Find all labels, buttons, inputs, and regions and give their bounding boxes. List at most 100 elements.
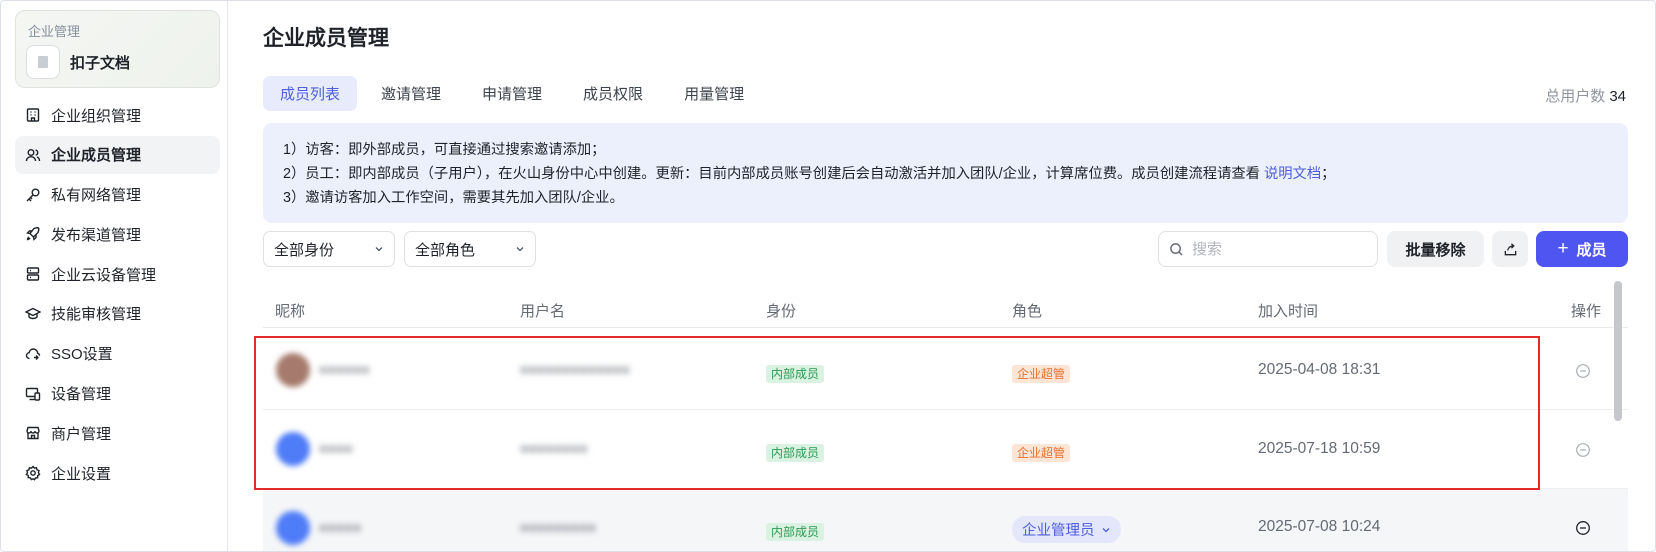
role-badge: 企业超管 — [1012, 365, 1071, 383]
identity-badge: 内部成员 — [766, 523, 825, 541]
chevron-down-icon — [516, 247, 524, 252]
table-scrollbar[interactable] — [1614, 279, 1622, 551]
tab-permissions[interactable]: 成员权限 — [566, 76, 660, 111]
enterprise-avatar-icon — [26, 45, 60, 79]
enterprise-label: 企业管理 — [28, 24, 81, 39]
enterprise-switcher[interactable]: 企业管理 扣子文档 — [15, 10, 220, 88]
search-input[interactable] — [1192, 240, 1362, 258]
search-box[interactable] — [1158, 231, 1378, 267]
identity-filter-select[interactable]: 全部身份 — [263, 231, 395, 267]
chevron-down-icon — [375, 247, 383, 252]
key-icon — [25, 187, 41, 203]
docs-link[interactable]: 说明文档 — [1264, 166, 1321, 182]
notice-line-2: 2）员工：即内部成员（子用户），在火山身份中心中创建。更新：目前内部成员账号创建… — [283, 162, 1608, 186]
store-icon — [25, 425, 41, 441]
sidebar-item-label: 商户管理 — [51, 425, 112, 443]
nickname-cell: ●●●●●● — [319, 361, 370, 377]
sidebar: 企业管理 扣子文档 企业组织管理 企业成员管理 私有网络管理 发布渠道管理 企业… — [1, 1, 228, 551]
identity-badge: 内部成员 — [766, 365, 825, 383]
gear-icon — [25, 465, 41, 481]
tab-member-list[interactable]: 成员列表 — [263, 76, 358, 111]
rocket-icon — [25, 226, 41, 242]
sidebar-item-members[interactable]: 企业成员管理 — [15, 135, 220, 174]
main-content: 企业成员管理 成员列表 邀请管理 申请管理 成员权限 用量管理 总用户数 34 1… — [263, 1, 1655, 551]
col-role: 角色 — [1012, 303, 1043, 320]
sidebar-item-merchants[interactable]: 商户管理 — [15, 414, 220, 452]
remove-member-icon[interactable] — [1575, 363, 1591, 379]
sidebar-item-skill-review[interactable]: 技能审核管理 — [15, 295, 220, 333]
col-nickname: 昵称 — [275, 303, 306, 320]
tab-applications[interactable]: 申请管理 — [465, 76, 559, 111]
table-row[interactable]: ●●●●● ●●●●●●●●● 内部成员 企业管理员 2025-07-08 10… — [263, 489, 1628, 551]
notice-line-2-text: 2）员工：即内部成员（子用户），在火山身份中心中创建。更新：目前内部成员账号创建… — [283, 166, 1264, 182]
sidebar-item-label: 企业设置 — [51, 465, 112, 483]
role-select-value: 企业管理员 — [1022, 523, 1095, 539]
sidebar-item-devices[interactable]: 设备管理 — [15, 375, 220, 413]
sidebar-item-label: 企业组织管理 — [51, 107, 142, 125]
username-cell: ●●●●●●●●● — [520, 519, 597, 535]
nickname-cell: ●●●●● — [319, 519, 362, 535]
total-users-count: 34 — [1609, 88, 1626, 105]
sidebar-item-label: SSO设置 — [51, 346, 113, 364]
server-icon — [25, 266, 41, 282]
building-icon — [25, 107, 41, 123]
remove-member-icon[interactable] — [1575, 442, 1591, 458]
graduation-cap-icon — [25, 306, 41, 322]
export-button[interactable] — [1492, 231, 1528, 267]
notice-line-1: 1）访客：即外部成员，可直接通过搜索邀请添加； — [283, 142, 606, 158]
avatar — [276, 511, 310, 545]
avatar — [276, 432, 310, 466]
joined-time: 2025-07-18 10:59 — [1258, 440, 1381, 457]
export-icon — [1504, 242, 1516, 255]
app-window: 企业管理 扣子文档 企业组织管理 企业成员管理 私有网络管理 发布渠道管理 企业… — [0, 0, 1656, 552]
tab-usage[interactable]: 用量管理 — [667, 76, 761, 111]
plus-icon: + — [1557, 238, 1569, 259]
filter-bar: 全部身份 全部角色 — [263, 231, 545, 267]
col-identity: 身份 — [766, 303, 797, 320]
nickname-cell: ●●●● — [319, 440, 353, 456]
sidebar-item-label: 设备管理 — [51, 386, 112, 404]
tab-bar: 成员列表 邀请管理 申请管理 成员权限 用量管理 — [263, 76, 768, 111]
role-filter-value: 全部角色 — [415, 241, 476, 259]
page-title: 企业成员管理 — [263, 27, 389, 50]
tab-invitations[interactable]: 邀请管理 — [364, 76, 458, 111]
add-member-button[interactable]: + 成员 — [1536, 231, 1628, 267]
cloud-link-icon — [25, 346, 41, 362]
role-badge: 企业超管 — [1012, 444, 1071, 462]
joined-time: 2025-04-08 18:31 — [1258, 361, 1381, 378]
sidebar-item-label: 企业云设备管理 — [51, 266, 157, 284]
username-cell: ●●●●●●●●●●●●● — [520, 361, 630, 377]
username-cell: ●●●●●●●● — [520, 440, 588, 456]
sidebar-item-cloud-devices[interactable]: 企业云设备管理 — [15, 255, 220, 293]
table-row[interactable]: ●●●● ●●●●●●●● 内部成员 企业超管 2025-07-18 10:59 — [263, 410, 1628, 489]
remove-member-icon[interactable] — [1575, 520, 1591, 536]
sidebar-item-label: 企业成员管理 — [51, 147, 142, 165]
sidebar-item-sso[interactable]: SSO设置 — [15, 335, 220, 373]
role-filter-select[interactable]: 全部角色 — [404, 231, 536, 267]
search-icon — [1170, 242, 1183, 256]
enterprise-name: 扣子文档 — [70, 55, 131, 72]
info-notice: 1）访客：即外部成员，可直接通过搜索邀请添加； 2）员工：即内部成员（子用户），… — [263, 123, 1628, 223]
sidebar-nav: 企业组织管理 企业成员管理 私有网络管理 发布渠道管理 企业云设备管理 技能审核… — [15, 96, 220, 494]
users-icon — [25, 147, 41, 163]
scrollbar-thumb[interactable] — [1614, 281, 1622, 421]
total-users-label: 总用户数 — [1545, 88, 1606, 105]
table-row[interactable]: ●●●●●● ●●●●●●●●●●●●● 内部成员 企业超管 2025-04-0… — [263, 331, 1628, 410]
sidebar-item-private-network[interactable]: 私有网络管理 — [15, 176, 220, 214]
joined-time: 2025-07-08 10:24 — [1258, 518, 1381, 535]
sidebar-item-settings[interactable]: 企业设置 — [15, 454, 220, 492]
role-select[interactable]: 企业管理员 — [1012, 516, 1121, 543]
col-username: 用户名 — [520, 303, 566, 320]
sidebar-item-org[interactable]: 企业组织管理 — [15, 96, 220, 134]
devices-icon — [25, 386, 41, 402]
sidebar-item-label: 私有网络管理 — [51, 187, 142, 205]
chevron-down-icon — [1102, 527, 1109, 532]
notice-line-3: 3）邀请访客加入工作空间，需要其先加入团队/企业。 — [283, 190, 624, 206]
notice-line-2-suffix: ； — [1321, 166, 1336, 182]
batch-remove-button[interactable]: 批量移除 — [1387, 231, 1484, 267]
col-action: 操作 — [1571, 303, 1602, 320]
total-users: 总用户数 34 — [1545, 85, 1626, 106]
table-header: 昵称 用户名 身份 角色 加入时间 操作 — [263, 290, 1628, 328]
sidebar-item-channels[interactable]: 发布渠道管理 — [15, 215, 220, 253]
identity-badge: 内部成员 — [766, 444, 825, 462]
